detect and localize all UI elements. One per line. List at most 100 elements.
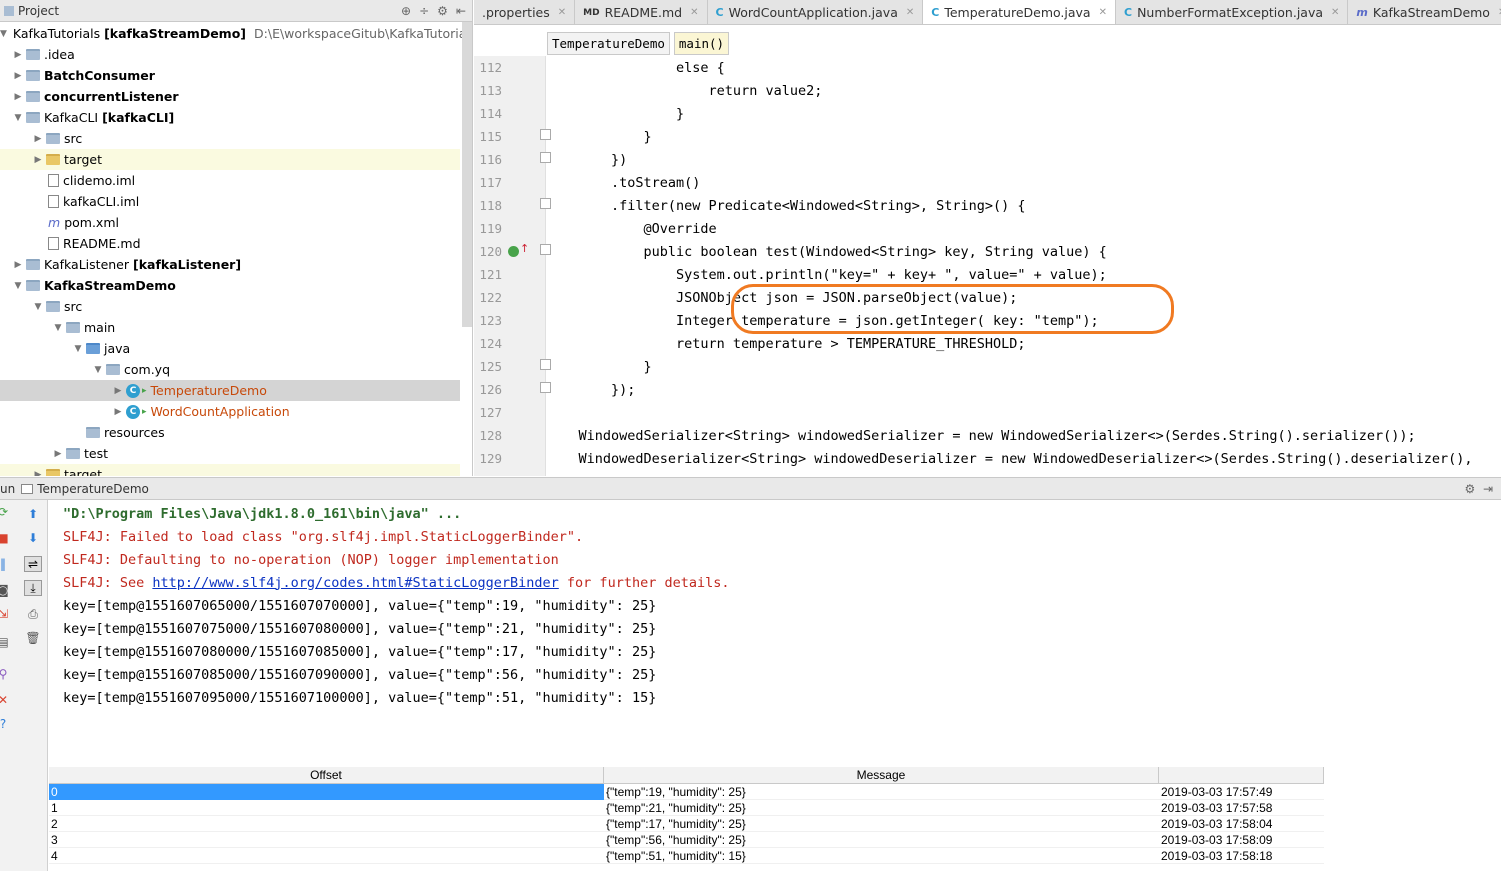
- tree-item-src[interactable]: ▼ src: [0, 296, 460, 317]
- rerun-icon[interactable]: ⟳: [0, 504, 12, 520]
- tree-item-temperaturedemo[interactable]: ▶ C ▸ TemperatureDemo: [0, 380, 460, 401]
- help-icon[interactable]: ?: [0, 716, 12, 732]
- tree-item-kafkacli-iml[interactable]: kafkaCLI.iml: [0, 191, 460, 212]
- code-line[interactable]: 113 return value2;: [474, 79, 1501, 102]
- code-line[interactable]: 128 WindowedSerializer<String> windowedS…: [474, 424, 1501, 447]
- run-tool-label[interactable]: un: [0, 482, 15, 496]
- pin-icon[interactable]: ⚲: [0, 666, 12, 682]
- tree-item-readme[interactable]: README.md: [0, 233, 460, 254]
- collapse-all-icon[interactable]: ÷: [419, 4, 429, 18]
- pause-icon[interactable]: ‖: [0, 556, 12, 572]
- tree-item-test[interactable]: ▶ test: [0, 443, 460, 464]
- breadcrumb-method[interactable]: main(): [673, 32, 730, 55]
- close-icon[interactable]: ✕: [906, 7, 914, 18]
- code-line[interactable]: 127: [474, 401, 1501, 424]
- tree-item-kafkalistener[interactable]: ▶ KafkaListener [kafkaListener]: [0, 254, 460, 275]
- tree-item-batchconsumer[interactable]: ▶ BatchConsumer: [0, 65, 460, 86]
- table-row[interactable]: 3 {"temp":56, "humidity": 25} 2019-03-03…: [49, 832, 1324, 848]
- tree-item-src[interactable]: ▶ src: [0, 128, 460, 149]
- run-config-name[interactable]: TemperatureDemo: [37, 482, 149, 496]
- code-line[interactable]: 118 .filter(new Predicate<Windowed<Strin…: [474, 194, 1501, 217]
- expand-arrow-icon[interactable]: ▶: [12, 50, 24, 60]
- tree-item-pom-xml[interactable]: m pom.xml: [0, 212, 460, 233]
- tree-item-concurrentlistener[interactable]: ▶ concurrentListener: [0, 86, 460, 107]
- scroll-to-end-icon[interactable]: ⤓: [24, 580, 42, 596]
- tree-item-idea[interactable]: ▶ .idea: [0, 44, 460, 65]
- table-row[interactable]: 4 {"temp":51, "humidity": 15} 2019-03-03…: [49, 848, 1324, 864]
- tree-item-kafkatutorials[interactable]: ▼ KafkaTutorials [kafkaStreamDemo] D:\E\…: [0, 23, 472, 44]
- tree-item-kafkacli[interactable]: ▼ KafkaCLI [kafkaCLI]: [0, 107, 460, 128]
- tab-readme[interactable]: MD README.md ✕: [575, 0, 708, 24]
- close-icon[interactable]: ✕: [690, 7, 698, 18]
- tree-item-target[interactable]: ▶ target: [0, 149, 460, 170]
- gear-icon[interactable]: ⚙: [437, 4, 448, 18]
- trash-icon[interactable]: 🗑: [24, 630, 42, 646]
- expand-arrow-icon[interactable]: ▼: [72, 344, 84, 354]
- table-row[interactable]: 0 {"temp":19, "humidity": 25} 2019-03-03…: [49, 784, 1324, 800]
- down-arrow-icon[interactable]: ⬇: [24, 530, 42, 546]
- print-icon[interactable]: ⎙: [24, 606, 42, 622]
- expand-arrow-icon[interactable]: ▶: [112, 407, 124, 417]
- soft-wrap-icon[interactable]: ⇌: [24, 556, 42, 572]
- code-line[interactable]: 120 public boolean test(Windowed<String>…: [474, 240, 1501, 263]
- tree-item-clidemo-iml[interactable]: clidemo.iml: [0, 170, 460, 191]
- hide-panel-icon[interactable]: ⇤: [456, 4, 466, 18]
- expand-arrow-icon[interactable]: ▶: [12, 92, 24, 102]
- project-scrollbar[interactable]: [462, 22, 472, 327]
- column-header-timestamp[interactable]: [1159, 767, 1324, 784]
- code-line[interactable]: 121 System.out.println("key=" + key+ ", …: [474, 263, 1501, 286]
- expand-arrow-icon[interactable]: ▼: [52, 323, 64, 333]
- expand-arrow-icon[interactable]: ▶: [12, 71, 24, 81]
- expand-arrow-icon[interactable]: ▼: [32, 302, 44, 312]
- expand-arrow-icon[interactable]: ▼: [0, 29, 7, 39]
- table-row[interactable]: 2 {"temp":17, "humidity": 25} 2019-03-03…: [49, 816, 1324, 832]
- code-line[interactable]: 116 }): [474, 148, 1501, 171]
- console-link[interactable]: http://www.slf4j.org/codes.html#StaticLo…: [152, 575, 558, 591]
- tree-item-wordcountapplication[interactable]: ▶ C ▸ WordCountApplication: [0, 401, 460, 422]
- code-line[interactable]: 126 });: [474, 378, 1501, 401]
- code-line[interactable]: 117 .toStream(): [474, 171, 1501, 194]
- tree-item-kafkastreamdemo[interactable]: ▼ KafkaStreamDemo: [0, 275, 460, 296]
- code-line[interactable]: 124 return temperature > TEMPERATURE_THR…: [474, 332, 1501, 355]
- code-line[interactable]: 115 }: [474, 125, 1501, 148]
- up-arrow-icon[interactable]: ⬆: [24, 506, 42, 522]
- close-icon[interactable]: ✕: [1331, 7, 1339, 18]
- expand-arrow-icon[interactable]: ▶: [52, 449, 64, 459]
- tab-properties[interactable]: .properties ✕: [474, 0, 576, 24]
- tree-item-java[interactable]: ▼ java: [0, 338, 460, 359]
- stop-icon[interactable]: ■: [0, 530, 12, 546]
- expand-arrow-icon[interactable]: ▶: [32, 155, 44, 165]
- tree-item-target[interactable]: ▶ target: [0, 464, 460, 476]
- close-icon[interactable]: ✕: [558, 7, 566, 18]
- code-line[interactable]: 112 else {: [474, 56, 1501, 79]
- table-row[interactable]: 1 {"temp":21, "humidity": 25} 2019-03-03…: [49, 800, 1324, 816]
- expand-arrow-icon[interactable]: ▶: [112, 386, 124, 396]
- tab-wordcountapplication[interactable]: C WordCountApplication.java ✕: [708, 0, 924, 24]
- code-line[interactable]: 119 @Override: [474, 217, 1501, 240]
- tree-item-resources[interactable]: resources: [0, 422, 460, 443]
- expand-arrow-icon[interactable]: ▶: [32, 134, 44, 144]
- exit-icon[interactable]: ⇲: [0, 606, 12, 622]
- column-header-message[interactable]: Message: [604, 767, 1159, 784]
- code-editor[interactable]: TemperatureDemo main() ↑ 112 else {113 r…: [474, 26, 1501, 476]
- column-header-offset[interactable]: Offset: [49, 767, 604, 784]
- tree-item-com-yq[interactable]: ▼ com.yq: [0, 359, 460, 380]
- close-icon[interactable]: ✕: [1099, 7, 1107, 18]
- expand-arrow-icon[interactable]: ▼: [12, 113, 24, 123]
- camera-icon[interactable]: ◙: [0, 582, 12, 598]
- expand-arrow-icon[interactable]: ▶: [32, 470, 44, 477]
- expand-arrow-icon[interactable]: ▼: [12, 281, 24, 291]
- code-line[interactable]: 129 WindowedDeserializer<String> windowe…: [474, 447, 1501, 470]
- tab-numberformatexception[interactable]: C NumberFormatException.java ✕: [1116, 0, 1349, 24]
- code-line[interactable]: 125 }: [474, 355, 1501, 378]
- tree-item-main[interactable]: ▼ main: [0, 317, 460, 338]
- gear-icon[interactable]: ⚙: [1465, 482, 1476, 496]
- breadcrumb-class[interactable]: TemperatureDemo: [547, 32, 670, 55]
- expand-arrow-icon[interactable]: ▼: [92, 365, 104, 375]
- hide-panel-icon[interactable]: ⇥: [1483, 482, 1493, 496]
- close-icon[interactable]: ✕: [0, 692, 12, 708]
- tab-temperaturedemo[interactable]: C TemperatureDemo.java ✕: [923, 0, 1116, 24]
- tab-kafkastreamdemo[interactable]: mKafkaStreamDemo✕: [1348, 0, 1501, 24]
- code-line[interactable]: 114 }: [474, 102, 1501, 125]
- expand-arrow-icon[interactable]: ▶: [12, 260, 24, 270]
